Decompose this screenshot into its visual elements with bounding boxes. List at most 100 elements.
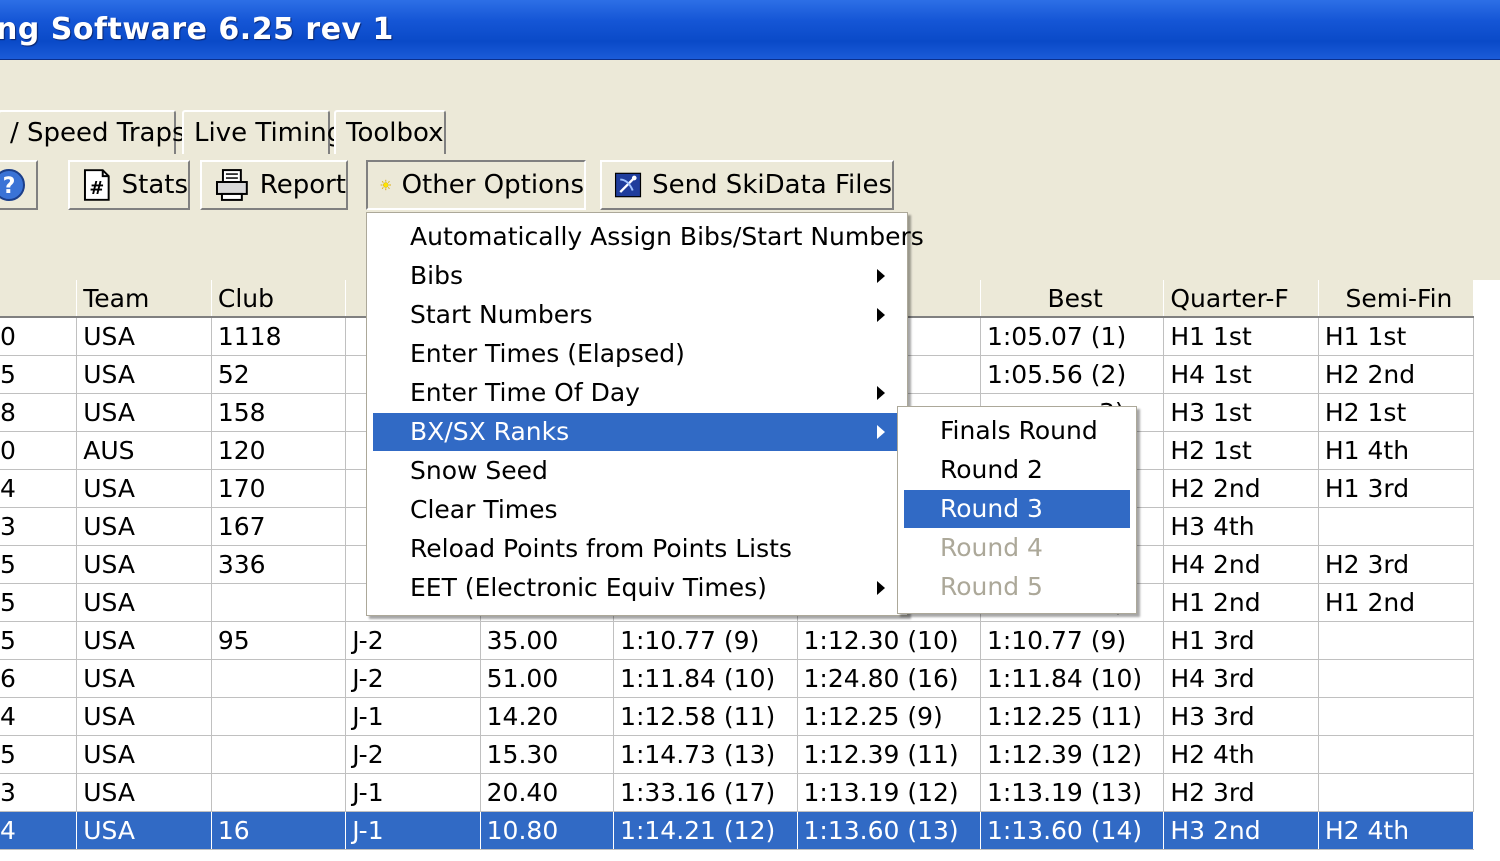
table-cell[interactable] <box>211 583 347 622</box>
table-cell[interactable]: H3 1st <box>1163 393 1319 432</box>
table-cell[interactable]: H3 3rd <box>1163 697 1319 736</box>
column-header[interactable]: Best <box>980 280 1165 318</box>
submenu-item[interactable]: Round 3 <box>904 490 1130 528</box>
table-cell[interactable]: 20.40 <box>480 773 615 812</box>
table-cell[interactable]: H1 3rd <box>1163 621 1319 660</box>
table-cell[interactable]: 10.80 <box>480 811 615 850</box>
menu-item[interactable]: Bibs <box>373 257 897 295</box>
table-cell[interactable]: 3 <box>0 507 78 546</box>
table-cell[interactable]: 5 <box>0 735 78 774</box>
table-cell[interactable]: 120 <box>211 431 347 470</box>
table-cell[interactable]: 170 <box>211 469 347 508</box>
menu-item[interactable]: Clear Times <box>373 491 897 529</box>
submenu-item[interactable]: Finals Round <box>904 412 1130 450</box>
menu-item[interactable]: Reload Points from Points Lists <box>373 530 897 568</box>
table-cell[interactable]: H2 4th <box>1318 811 1475 850</box>
table-cell[interactable]: 3 <box>0 773 78 812</box>
table-cell[interactable]: 14.20 <box>480 697 615 736</box>
table-cell[interactable]: 52 <box>211 355 347 394</box>
report-button[interactable]: Report <box>200 160 348 210</box>
table-cell[interactable]: H1 1st <box>1163 317 1319 356</box>
menu-item[interactable]: Automatically Assign Bibs/Start Numbers <box>373 218 924 256</box>
table-cell[interactable]: 1:13.60 (13) <box>797 811 981 850</box>
table-cell[interactable]: 5 <box>0 583 78 622</box>
table-cell[interactable]: J-1 <box>345 697 481 736</box>
table-cell[interactable]: 6 <box>0 659 78 698</box>
table-cell[interactable]: 1:12.25 (11) <box>980 697 1165 736</box>
table-cell[interactable]: H2 2nd <box>1318 355 1475 394</box>
table-cell[interactable]: J-2 <box>345 621 481 660</box>
table-cell[interactable]: H1 3rd <box>1318 469 1475 508</box>
table-cell[interactable]: H4 3rd <box>1163 659 1319 698</box>
table-cell[interactable]: AUS <box>76 431 212 470</box>
table-cell[interactable]: J-2 <box>345 735 481 774</box>
table-cell[interactable]: USA <box>76 355 212 394</box>
table-cell[interactable]: H4 1st <box>1163 355 1319 394</box>
table-cell[interactable]: 1:12.25 (9) <box>797 697 981 736</box>
column-header[interactable]: Semi-Fin <box>1318 280 1475 318</box>
tab-speed-traps[interactable]: / Speed Traps <box>0 110 186 154</box>
tab-live-timing[interactable]: Live Timing <box>182 110 343 154</box>
table-cell[interactable]: H2 1st <box>1318 393 1475 432</box>
table-cell[interactable]: 8 <box>0 393 78 432</box>
column-header[interactable]: B <box>0 280 78 318</box>
submenu-item[interactable]: Round 2 <box>904 451 1130 489</box>
table-cell[interactable]: 4 <box>0 697 78 736</box>
table-cell[interactable]: 1:11.84 (10) <box>980 659 1165 698</box>
table-cell[interactable]: H2 3rd <box>1163 773 1319 812</box>
table-cell[interactable]: 336 <box>211 545 347 584</box>
table-cell[interactable]: 1:33.16 (17) <box>613 773 798 812</box>
table-cell[interactable]: 1:13.19 (12) <box>797 773 981 812</box>
table-cell[interactable] <box>1318 697 1475 736</box>
table-cell[interactable] <box>211 773 347 812</box>
menu-item[interactable]: BX/SX Ranks <box>373 413 897 451</box>
stats-button[interactable]: # Stats <box>68 160 190 210</box>
column-header[interactable]: Team <box>76 280 212 318</box>
table-cell[interactable]: 1:05.56 (2) <box>980 355 1165 394</box>
table-cell[interactable]: 1:13.19 (13) <box>980 773 1165 812</box>
table-cell[interactable]: USA <box>76 773 212 812</box>
table-cell[interactable]: H2 1st <box>1163 431 1319 470</box>
table-cell[interactable]: 1:05.07 (1) <box>980 317 1165 356</box>
table-cell[interactable]: 1:13.60 (14) <box>980 811 1165 850</box>
table-cell[interactable]: J-1 <box>345 773 481 812</box>
table-row[interactable]: 6 USA J-2 51.00 1:11.84 (10) 1:24.80 (16) 1:11… <box>0 659 1475 698</box>
table-cell[interactable]: 158 <box>211 393 347 432</box>
table-cell[interactable]: USA <box>76 507 212 546</box>
table-cell[interactable] <box>1318 507 1475 546</box>
table-cell[interactable] <box>211 659 347 698</box>
table-row[interactable]: 5 USA 95 J-2 35.00 1:10.77 (9) 1:12.30 (10) 1:1… <box>0 621 1475 660</box>
table-cell[interactable]: 1:14.21 (12) <box>613 811 798 850</box>
table-cell[interactable]: USA <box>76 735 212 774</box>
menu-item[interactable]: Enter Time Of Day <box>373 374 897 412</box>
table-row[interactable]: 4 USA J-1 14.20 1:12.58 (11) 1:12.25 (9) 1:12.… <box>0 697 1475 736</box>
table-cell[interactable]: H2 4th <box>1163 735 1319 774</box>
table-cell[interactable]: 5 <box>0 545 78 584</box>
table-cell[interactable] <box>211 697 347 736</box>
table-cell[interactable]: 5 <box>0 355 78 394</box>
table-cell[interactable] <box>1318 735 1475 774</box>
table-cell[interactable]: H3 4th <box>1163 507 1319 546</box>
table-cell[interactable]: 1:14.73 (13) <box>613 735 798 774</box>
table-cell[interactable]: USA <box>76 621 212 660</box>
table-cell[interactable]: 1:10.77 (9) <box>613 621 798 660</box>
table-cell[interactable]: 1:11.84 (10) <box>613 659 798 698</box>
table-cell[interactable]: 1:12.39 (12) <box>980 735 1165 774</box>
table-cell[interactable]: 1:10.77 (9) <box>980 621 1165 660</box>
menu-item[interactable]: Enter Times (Elapsed) <box>373 335 897 373</box>
table-cell[interactable]: H1 4th <box>1318 431 1475 470</box>
table-cell[interactable] <box>211 735 347 774</box>
table-cell[interactable]: USA <box>76 317 212 356</box>
table-cell[interactable]: USA <box>76 583 212 622</box>
menu-item[interactable]: Start Numbers <box>373 296 897 334</box>
table-cell[interactable]: 1:12.39 (11) <box>797 735 981 774</box>
table-cell[interactable]: USA <box>76 545 212 584</box>
table-cell[interactable]: 1118 <box>211 317 347 356</box>
table-cell[interactable]: 4 <box>0 811 78 850</box>
table-cell[interactable]: 1:12.58 (11) <box>613 697 798 736</box>
table-cell[interactable]: 95 <box>211 621 347 660</box>
table-cell[interactable]: 4 <box>0 469 78 508</box>
table-cell[interactable]: 1:24.80 (16) <box>797 659 981 698</box>
table-cell[interactable]: 167 <box>211 507 347 546</box>
table-cell[interactable]: USA <box>76 697 212 736</box>
